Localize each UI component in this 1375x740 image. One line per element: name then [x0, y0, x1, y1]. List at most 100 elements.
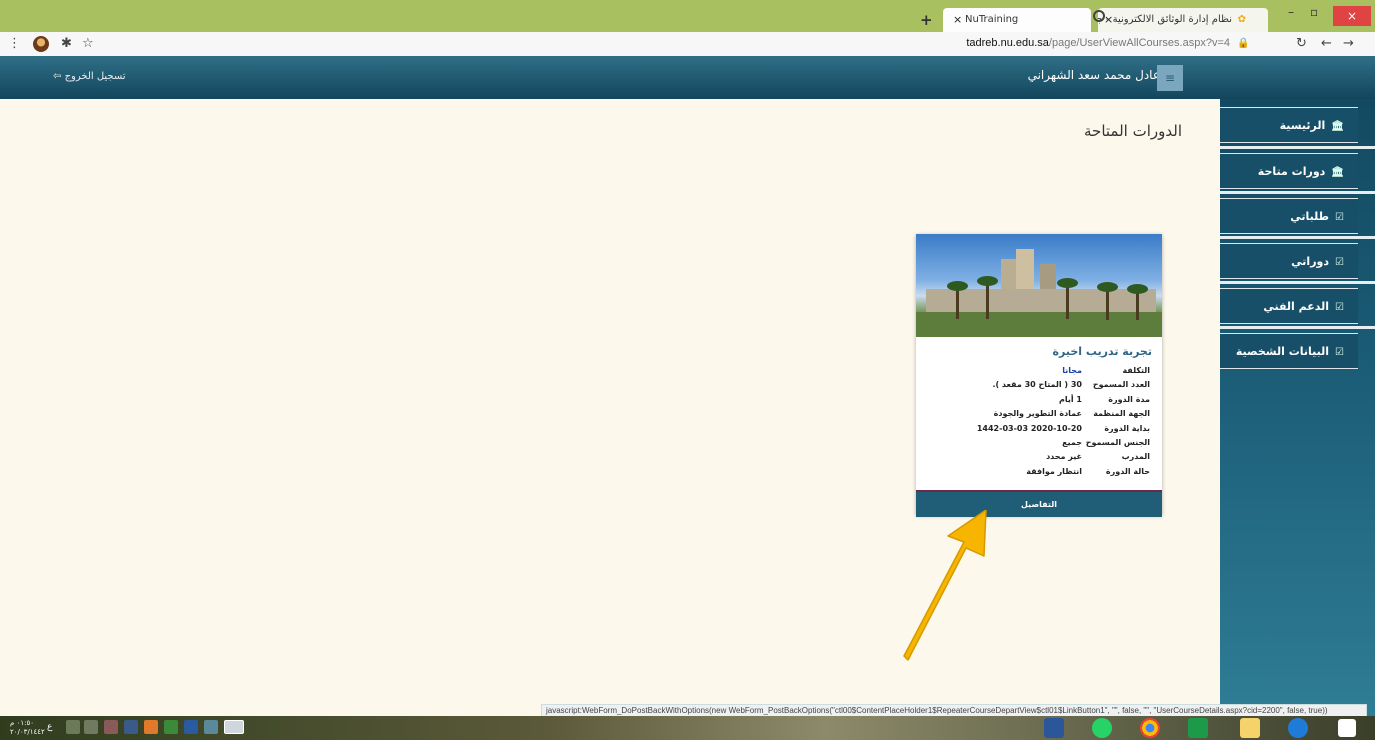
sidebar-item-personal-info[interactable]: ☑ البيانات الشخصية — [1220, 333, 1358, 369]
url-field[interactable]: tadreb.nu.edu.sa/page/UserViewAllCourses… — [966, 37, 1230, 49]
browser-titlebar: + × NuTraining ✿ نظام إدارة الوثائق الال… — [0, 0, 1375, 32]
row-label: الجنس المسموح — [1085, 437, 1150, 447]
bank-icon: 🏛 — [1331, 167, 1344, 178]
list-icon: ☑ — [1335, 212, 1344, 223]
sidebar-item-label: الرئيسية — [1279, 119, 1326, 132]
list-icon: ☑ — [1335, 257, 1344, 268]
row-label: حالة الدورة — [1105, 466, 1150, 476]
url-host: tadreb.nu.edu.sa — [966, 37, 1049, 49]
lock-icon[interactable]: 🔒 — [1237, 38, 1249, 49]
pointer-arrow-icon — [903, 510, 987, 661]
row-value: غير محدد — [1046, 452, 1082, 462]
maximize-button[interactable]: ▫ — [1310, 2, 1318, 24]
row-label: بداية الدورة — [1104, 423, 1150, 433]
row-value: 30 ( المتاح 30 مقعد ). — [992, 380, 1082, 390]
bluetooth-icon[interactable] — [124, 720, 138, 734]
row-value: 2020-10-20 1442-03-03 — [976, 423, 1082, 433]
row-value: جميع — [1062, 437, 1082, 447]
sidebar-divider — [1220, 281, 1375, 284]
menu-dots-icon[interactable]: ⋮ — [8, 36, 21, 51]
user-name: عادل محمد سعد الشهراني — [1027, 68, 1160, 82]
globe-icon — [1093, 10, 1105, 22]
bank-icon: 🏛 — [1331, 121, 1344, 132]
bookmark-star-icon[interactable]: ☆ — [82, 36, 94, 51]
row-label: الجهة المنظمة — [1093, 409, 1150, 419]
close-tab-icon[interactable]: × — [953, 8, 962, 32]
new-tab-button[interactable]: + — [920, 11, 933, 29]
course-row-status: حالة الدورة انتظار موافقة — [940, 467, 1150, 481]
sidebar-item-label: دورات متاحة — [1257, 165, 1326, 178]
whatsapp-app-icon[interactable] — [1092, 718, 1112, 738]
tray-app-icon[interactable] — [204, 720, 218, 734]
notification-icon[interactable] — [104, 720, 118, 734]
tab-nutraining[interactable]: × NuTraining — [943, 8, 1091, 32]
taskbar-clock[interactable]: ٠١:٥٠ م ٢٠/٠٣/١٤٤٢ — [10, 719, 45, 737]
word-app-icon[interactable] — [1044, 718, 1064, 738]
sidebar-item-my-courses[interactable]: ☑ دوراتي — [1220, 243, 1358, 279]
sidebar: 🏛 الرئيسية 🏛 دورات متاحة ☑ طلباتي ☑ دوراتي ☑… — [1220, 99, 1375, 716]
internet-explorer-icon[interactable] — [1288, 718, 1308, 738]
sidebar-divider — [1220, 146, 1375, 149]
sidebar-item-available-courses[interactable]: 🏛 دورات متاحة — [1220, 153, 1358, 189]
extensions-icon[interactable]: ✱ — [61, 36, 72, 51]
course-row-trainer: المدرب غير محدد — [940, 452, 1150, 466]
sidebar-item-my-requests[interactable]: ☑ طلباتي — [1220, 198, 1358, 234]
sidebar-divider — [1220, 326, 1375, 329]
sidebar-item-label: طلباتي — [1290, 210, 1330, 223]
tab-label: نظام إدارة الوثائق الالكترونية - جامعة — [1098, 14, 1232, 25]
minimize-button[interactable]: – — [1288, 2, 1294, 24]
hamburger-menu-icon[interactable]: ≡ — [1157, 65, 1183, 91]
course-row-duration: مدة الدورة 1 أيام — [940, 395, 1150, 409]
tray-app-icon[interactable] — [184, 720, 198, 734]
row-value: 1 أيام — [1059, 394, 1082, 404]
sidebar-item-label: الدعم الفني — [1263, 300, 1330, 313]
logout-link[interactable]: تسجيل الخروج ⇦ — [53, 71, 126, 82]
windows-start-icon[interactable] — [1338, 719, 1356, 737]
keyboard-icon[interactable] — [224, 720, 244, 734]
chrome-app-icon[interactable] — [1140, 718, 1160, 738]
sidebar-item-home[interactable]: 🏛 الرئيسية — [1220, 107, 1358, 143]
clock-time: ٠١:٥٠ م — [10, 719, 34, 727]
sidebar-divider — [1220, 236, 1375, 239]
page-title: الدورات المتاحة — [1084, 122, 1182, 140]
sidebar-item-label: البيانات الشخصية — [1235, 345, 1330, 358]
list-icon: ☑ — [1335, 347, 1344, 358]
course-row-gender: الجنس المسموح جميع — [940, 438, 1150, 452]
close-tab-icon[interactable]: × — [1104, 8, 1113, 32]
volume-icon[interactable] — [66, 720, 80, 734]
course-row-start: بداية الدورة 2020-10-20 1442-03-03 — [940, 424, 1150, 438]
row-label: العدد المسموح — [1092, 380, 1150, 390]
language-indicator[interactable]: ع — [47, 722, 52, 732]
network-icon[interactable] — [84, 720, 98, 734]
course-row-organizer: الجهة المنظمة عمادة التطوير والجودة — [940, 409, 1150, 423]
course-image — [916, 234, 1162, 337]
calendar-app-icon[interactable] — [1188, 718, 1208, 738]
tab-document-system[interactable]: ✿ نظام إدارة الوثائق الالكترونية - جامعة… — [1098, 8, 1268, 32]
tray-app-icon[interactable] — [164, 720, 178, 734]
sidebar-item-tech-support[interactable]: ☑ الدعم الفني — [1220, 288, 1358, 324]
file-explorer-icon[interactable] — [1240, 718, 1260, 738]
row-value: مجانا — [1062, 366, 1082, 375]
course-row-seats: العدد المسموح 30 ( المتاح 30 مقعد ). — [940, 380, 1150, 394]
profile-avatar-icon[interactable] — [33, 36, 49, 52]
windows-taskbar: ٠١:٥٠ م ٢٠/٠٣/١٤٤٢ ع — [0, 716, 1375, 740]
address-bar: ⋮ ✱ ☆ tadreb.nu.edu.sa/page/UserViewAllC… — [0, 32, 1375, 57]
course-details-list: التكلفة مجانا العدد المسموح 30 ( المتاح 30… — [940, 366, 1150, 481]
tab-label: NuTraining — [965, 14, 1019, 25]
forward-arrow-icon[interactable]: → — [1343, 36, 1354, 51]
sidebar-item-label: دوراتي — [1291, 255, 1330, 268]
course-row-cost: التكلفة مجانا — [940, 366, 1150, 380]
row-label: التكلفة — [1122, 366, 1150, 375]
reload-icon[interactable]: ↻ — [1296, 36, 1307, 51]
clock-date: ٢٠/٠٣/١٤٤٢ — [10, 728, 45, 736]
logout-label: تسجيل الخروج — [64, 71, 126, 82]
sidebar-divider — [1220, 191, 1375, 194]
close-window-button[interactable]: × — [1333, 6, 1371, 26]
app-header: تسجيل الخروج ⇦ عادل محمد سعد الشهراني ≡ — [0, 56, 1375, 99]
tray-app-icon[interactable] — [144, 720, 158, 734]
row-label: مدة الدورة — [1108, 394, 1150, 404]
back-arrow-icon[interactable]: ← — [1321, 36, 1332, 51]
course-card: تجربة تدريب اخيرة التكلفة مجانا العدد الم… — [916, 234, 1162, 517]
course-title[interactable]: تجربة تدريب اخيرة — [1053, 345, 1152, 358]
list-icon: ☑ — [1335, 302, 1344, 313]
